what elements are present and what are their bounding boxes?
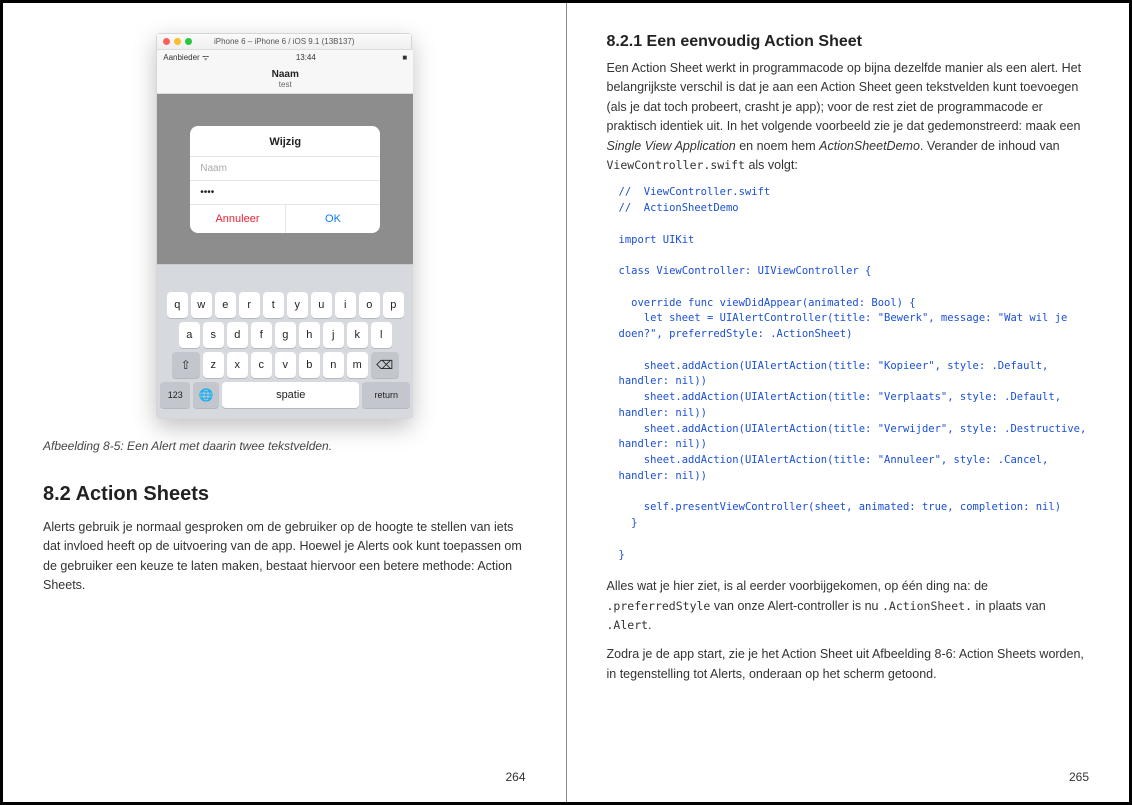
alert-textfield-1[interactable]: Naam — [190, 156, 380, 180]
book-spread: iPhone 6 – iPhone 6 / iOS 9.1 (13B137) A… — [0, 0, 1132, 805]
nav-bar: Naam test — [157, 64, 413, 94]
window-chrome: iPhone 6 – iPhone 6 / iOS 9.1 (13B137) — [157, 34, 411, 50]
key-w[interactable]: w — [191, 292, 212, 318]
section-body: Alerts gebruik je normaal gesproken om d… — [43, 518, 526, 596]
key-n[interactable]: n — [323, 352, 344, 378]
key-j[interactable]: j — [323, 322, 344, 348]
page-right: 8.2.1 Een eenvoudig Action Sheet Een Act… — [567, 3, 1130, 802]
app-template-name: Single View Application — [607, 139, 736, 153]
key-s[interactable]: s — [203, 322, 224, 348]
globe-key[interactable]: 🌐 — [193, 382, 219, 408]
key-a[interactable]: a — [179, 322, 200, 348]
page-left: iPhone 6 – iPhone 6 / iOS 9.1 (13B137) A… — [3, 3, 566, 802]
alert-textfield-2[interactable]: •••• — [190, 180, 380, 204]
key-u[interactable]: u — [311, 292, 332, 318]
key-z[interactable]: z — [203, 352, 224, 378]
key-x[interactable]: x — [227, 352, 248, 378]
nav-subtitle: test — [279, 80, 292, 89]
key-r[interactable]: r — [239, 292, 260, 318]
numbers-key[interactable]: 123 — [160, 382, 190, 408]
page-number: 265 — [1069, 770, 1089, 784]
status-bar: Aanbieder ᯤ 13:44 ■ — [157, 50, 413, 64]
key-l[interactable]: l — [371, 322, 392, 348]
battery-icon: ■ — [402, 53, 407, 62]
figure-8-5: iPhone 6 – iPhone 6 / iOS 9.1 (13B137) A… — [43, 33, 526, 419]
key-row-1: qwertyuiop — [160, 292, 410, 318]
clock-label: 13:44 — [296, 53, 316, 62]
code-listing: // ViewController.swift // ActionSheetDe… — [619, 185, 1090, 563]
section-heading-8-2: 8.2 Action Sheets — [43, 483, 526, 506]
figure-caption: Afbeelding 8-5: Een Alert met daarin twe… — [43, 439, 526, 453]
key-c[interactable]: c — [251, 352, 272, 378]
shift-key[interactable]: ⇧ — [172, 352, 200, 378]
key-row-3: ⇧ zxcvbnm ⌫ — [160, 352, 410, 378]
key-f[interactable]: f — [251, 322, 272, 348]
key-k[interactable]: k — [347, 322, 368, 348]
key-y[interactable]: y — [287, 292, 308, 318]
ios-simulator: iPhone 6 – iPhone 6 / iOS 9.1 (13B137) A… — [156, 33, 412, 419]
alert-dialog: Wijzig Naam •••• Annuleer OK — [190, 126, 380, 233]
dimmed-backdrop: Wijzig Naam •••• Annuleer OK — [157, 94, 413, 264]
key-d[interactable]: d — [227, 322, 248, 348]
key-i[interactable]: i — [335, 292, 356, 318]
window-title: iPhone 6 – iPhone 6 / iOS 9.1 (13B137) — [157, 37, 411, 46]
explain-paragraph-1: Alles wat je hier ziet, is al eerder voo… — [607, 577, 1090, 635]
page-number: 264 — [505, 770, 525, 784]
key-m[interactable]: m — [347, 352, 368, 378]
key-t[interactable]: t — [263, 292, 284, 318]
delete-key[interactable]: ⌫ — [371, 352, 399, 378]
subsection-heading-8-2-1: 8.2.1 Een eenvoudig Action Sheet — [607, 33, 1090, 51]
key-e[interactable]: e — [215, 292, 236, 318]
key-h[interactable]: h — [299, 322, 320, 348]
key-v[interactable]: v — [275, 352, 296, 378]
key-row-2: asdfghjkl — [160, 322, 410, 348]
carrier-label: Aanbieder ᯤ — [163, 52, 209, 63]
key-o[interactable]: o — [359, 292, 380, 318]
key-q[interactable]: q — [167, 292, 188, 318]
key-b[interactable]: b — [299, 352, 320, 378]
keyboard: qwertyuiop asdfghjkl ⇧ zxcvbnm ⌫ 123 🌐 s… — [157, 288, 413, 418]
alert-cancel-button[interactable]: Annuleer — [190, 205, 286, 233]
alert-ok-button[interactable]: OK — [286, 205, 381, 233]
return-key[interactable]: return — [362, 382, 410, 408]
space-key[interactable]: spatie — [222, 382, 359, 408]
explain-paragraph-2: Zodra je de app start, zie je het Action… — [607, 645, 1090, 684]
key-p[interactable]: p — [383, 292, 404, 318]
nav-title: Naam — [272, 69, 299, 80]
filename-code: ViewController.swift — [607, 158, 745, 172]
keyboard-accessory — [157, 264, 413, 288]
intro-paragraph: Een Action Sheet werkt in programmacode … — [607, 59, 1090, 175]
project-name: ActionSheetDemo — [819, 139, 920, 153]
key-g[interactable]: g — [275, 322, 296, 348]
alert-title: Wijzig — [190, 126, 380, 156]
